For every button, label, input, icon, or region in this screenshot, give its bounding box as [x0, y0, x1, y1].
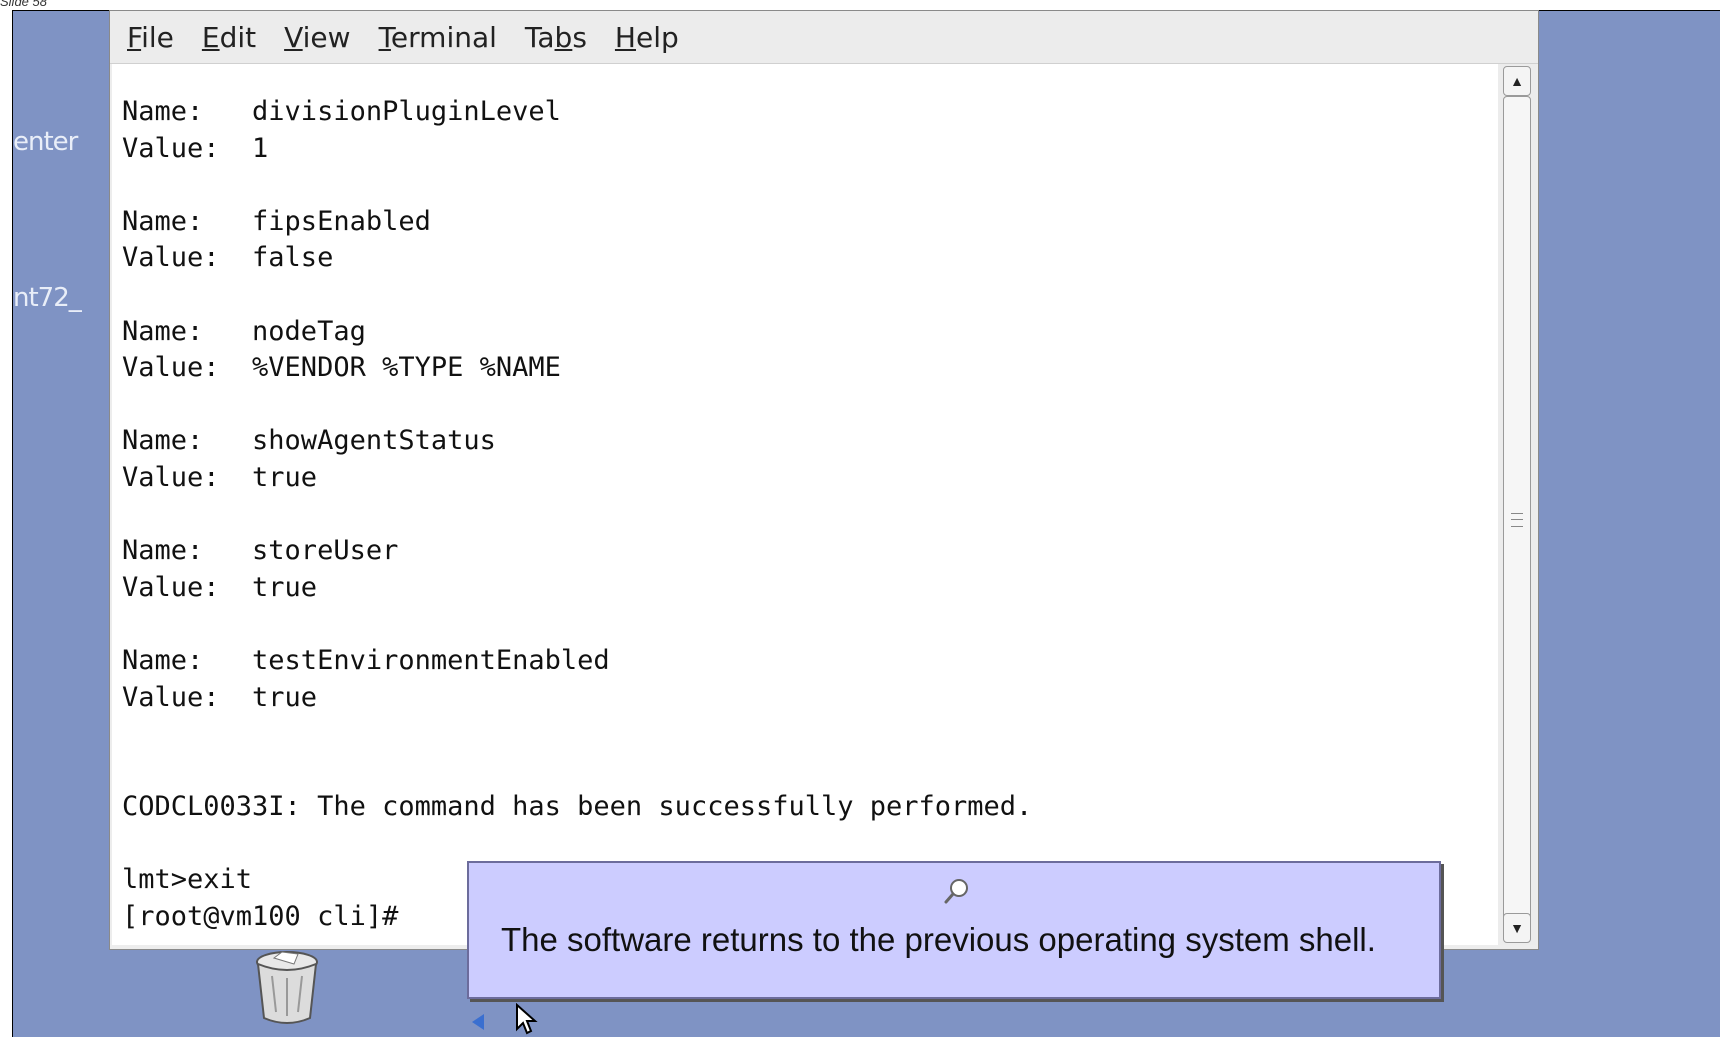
menu-tabs[interactable]: Tabs [525, 21, 587, 54]
scroll-up-button[interactable]: ▲ [1503, 66, 1531, 96]
terminal-text: Name: divisionPluginLevel Value: 1 Name:… [122, 96, 1033, 933]
terminal-window[interactable]: File Edit View Terminal Tabs Help Name: … [109, 10, 1539, 950]
menu-help[interactable]: Help [615, 21, 679, 54]
callout-text: The software returns to the previous ope… [501, 921, 1376, 958]
menu-view[interactable]: View [284, 21, 350, 54]
magnifier-icon [944, 879, 968, 904]
trash-icon[interactable] [254, 950, 320, 1026]
slide-label: Slide 58 [0, 0, 47, 9]
back-arrow-icon [472, 1014, 484, 1030]
menu-terminal[interactable]: Terminal [379, 21, 497, 54]
scrollbar-thumb[interactable] [1503, 96, 1531, 942]
menu-bar: File Edit View Terminal Tabs Help [110, 11, 1538, 64]
arrow-down-icon: ▼ [1510, 920, 1524, 936]
callout-box: The software returns to the previous ope… [467, 861, 1441, 999]
desktop-icon-label[interactable]: nt72_ [13, 283, 82, 313]
menu-edit[interactable]: Edit [202, 21, 256, 54]
menu-file[interactable]: File [127, 21, 174, 54]
mouse-cursor-icon [516, 1003, 538, 1035]
terminal-output[interactable]: Name: divisionPluginLevel Value: 1 Name:… [112, 64, 1498, 945]
vertical-scrollbar[interactable]: ▲ ▼ [1498, 64, 1536, 945]
scroll-down-button[interactable]: ▼ [1503, 913, 1531, 943]
arrow-up-icon: ▲ [1510, 73, 1524, 89]
desktop-icon-label[interactable]: enter [13, 127, 78, 157]
grip-icon [1511, 513, 1523, 527]
